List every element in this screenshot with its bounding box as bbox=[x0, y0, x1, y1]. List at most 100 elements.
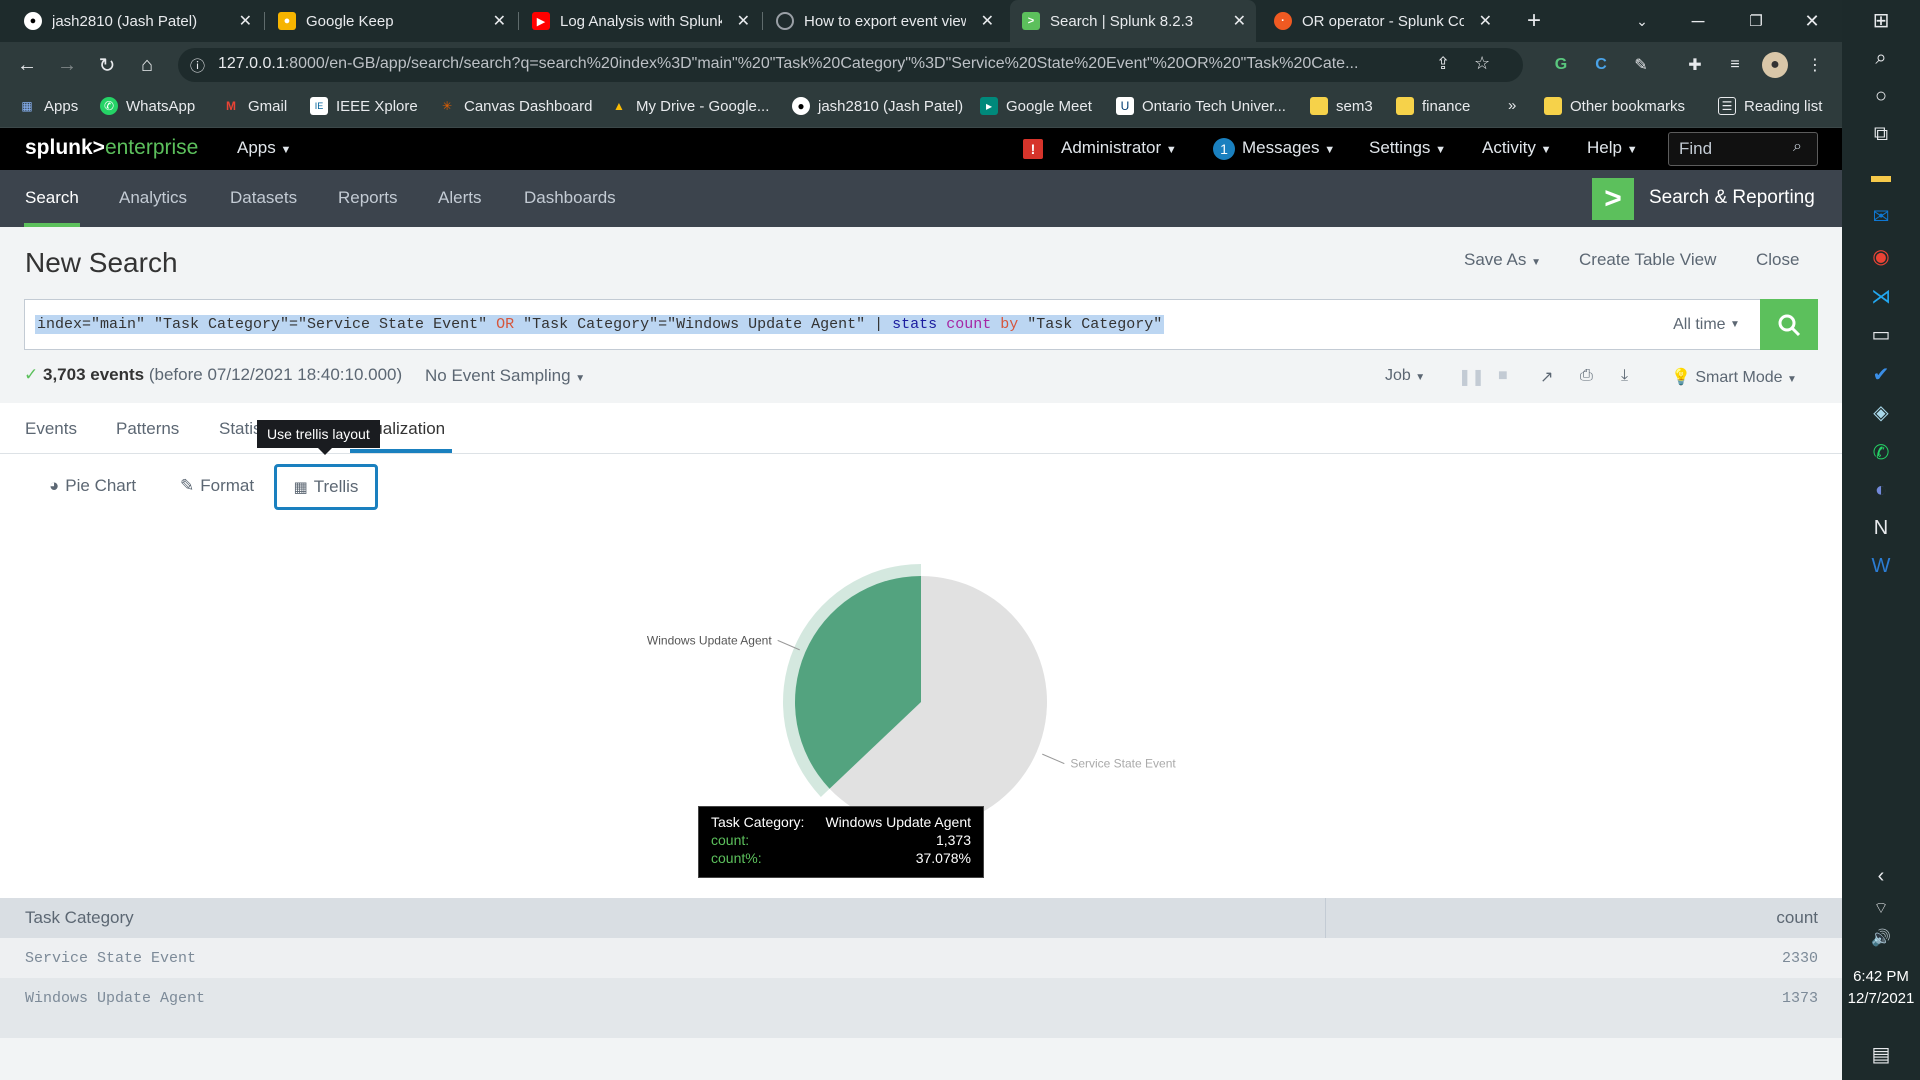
administrator-menu[interactable]: Administrator ▼ bbox=[1061, 138, 1177, 158]
extension-pen-icon[interactable]: ✎ bbox=[1628, 52, 1654, 78]
event-sampling-menu[interactable]: No Event Sampling ▼ bbox=[425, 366, 585, 386]
bookmark-github[interactable]: ● jash2810 (Jash Patel) bbox=[792, 97, 963, 115]
bookmark-apps[interactable]: ▦ Apps bbox=[18, 97, 78, 115]
search-icon[interactable]: ⌕ bbox=[1842, 38, 1920, 78]
task-view-icon[interactable]: ⧉ bbox=[1842, 114, 1920, 154]
search-button[interactable] bbox=[1760, 299, 1818, 350]
forward-button[interactable]: → bbox=[52, 50, 82, 80]
smart-mode-menu[interactable]: 💡 Smart Mode ▼ bbox=[1671, 367, 1797, 387]
vscode-icon[interactable]: ⋊ bbox=[1842, 276, 1920, 316]
settings-menu[interactable]: Settings ▼ bbox=[1369, 138, 1446, 158]
tab-events[interactable]: Events bbox=[25, 419, 77, 439]
close-link[interactable]: Close bbox=[1756, 250, 1799, 270]
mail-icon[interactable]: ✉ bbox=[1842, 196, 1920, 236]
bookmark-gmail[interactable]: M Gmail bbox=[222, 97, 287, 115]
word-icon[interactable]: W bbox=[1842, 546, 1920, 586]
puzzle-icon[interactable]: ✚ bbox=[1682, 52, 1708, 78]
messages-count-badge[interactable]: 1 bbox=[1213, 138, 1235, 160]
alert-icon[interactable]: ! bbox=[1023, 139, 1043, 159]
nav-alerts[interactable]: Alerts bbox=[438, 188, 481, 208]
close-icon[interactable]: ✕ bbox=[737, 11, 750, 31]
bookmark-sem3[interactable]: sem3 bbox=[1310, 97, 1373, 115]
apps-menu[interactable]: Apps ▼ bbox=[237, 138, 291, 158]
whatsapp-icon[interactable]: ✆ bbox=[1842, 432, 1920, 472]
splunk-logo[interactable]: splunk>enterprise bbox=[25, 136, 198, 160]
volume-icon[interactable]: 🔊 bbox=[1842, 918, 1920, 958]
close-icon[interactable]: ✕ bbox=[981, 11, 994, 31]
print-icon[interactable]: ⎙ bbox=[1580, 367, 1593, 385]
nav-datasets[interactable]: Datasets bbox=[230, 188, 297, 208]
bookmark-drive[interactable]: ▲ My Drive - Google... bbox=[610, 97, 769, 115]
job-menu[interactable]: Job ▼ bbox=[1385, 367, 1425, 385]
window-close-button[interactable]: ✕ bbox=[1784, 0, 1840, 42]
discord-icon[interactable]: ◐ bbox=[1842, 470, 1920, 510]
app-icon[interactable]: ◈ bbox=[1842, 392, 1920, 432]
create-table-view-link[interactable]: Create Table View bbox=[1579, 250, 1716, 270]
back-button[interactable]: ← bbox=[12, 50, 42, 80]
share-icon[interactable]: ⇪ bbox=[1436, 54, 1450, 74]
nav-dashboards[interactable]: Dashboards bbox=[524, 188, 616, 208]
chrome-icon[interactable]: ◉ bbox=[1842, 236, 1920, 276]
taskbar-date[interactable]: 12/7/2021 bbox=[1842, 988, 1920, 1010]
close-icon[interactable]: ✕ bbox=[1233, 11, 1246, 31]
menu-dots-icon[interactable]: ⋮ bbox=[1802, 52, 1828, 78]
bookmark-whatsapp[interactable]: ✆ WhatsApp bbox=[100, 97, 195, 115]
star-icon[interactable]: ☆ bbox=[1474, 53, 1490, 74]
new-tab-button[interactable]: + bbox=[1506, 0, 1562, 42]
todo-icon[interactable]: ✔ bbox=[1842, 354, 1920, 394]
address-bar[interactable]: ⓘ 127.0.0.1:8000/en-GB/app/search/search… bbox=[178, 48, 1523, 82]
tab-patterns[interactable]: Patterns bbox=[116, 419, 179, 439]
close-icon[interactable]: ✕ bbox=[493, 11, 506, 31]
search-query-input[interactable]: index="main" "Task Category"="Service St… bbox=[24, 299, 1654, 350]
reload-button[interactable]: ↻ bbox=[92, 50, 122, 80]
notifications-icon[interactable]: ▤ bbox=[1842, 1034, 1920, 1074]
grammarly-icon[interactable]: G bbox=[1548, 52, 1574, 78]
share-icon[interactable]: ↗ bbox=[1540, 367, 1553, 387]
nav-analytics[interactable]: Analytics bbox=[119, 188, 187, 208]
file-explorer-icon[interactable]: ▬ bbox=[1842, 156, 1920, 196]
bookmark-meet[interactable]: ▸ Google Meet bbox=[980, 97, 1092, 115]
messages-menu[interactable]: Messages ▼ bbox=[1242, 138, 1335, 158]
notion-icon[interactable]: N bbox=[1842, 508, 1920, 548]
cortana-icon[interactable]: ○ bbox=[1842, 76, 1920, 116]
home-button[interactable]: ⌂ bbox=[132, 50, 162, 80]
find-input[interactable]: Find ⌕ bbox=[1668, 132, 1818, 166]
browser-tab[interactable]: ▶ Log Analysis with Splunk ✕ bbox=[520, 0, 760, 42]
export-icon[interactable]: ⤓ bbox=[1621, 367, 1628, 385]
cell-task-category[interactable]: Service State Event bbox=[25, 950, 196, 967]
bookmark-other[interactable]: Other bookmarks bbox=[1544, 97, 1685, 115]
pause-icon[interactable]: ❚❚ bbox=[1458, 367, 1485, 387]
browser-tab[interactable]: How to export event view ✕ bbox=[764, 0, 1004, 42]
browser-tab[interactable]: ● jash2810 (Jash Patel) ✕ bbox=[12, 0, 262, 42]
close-icon[interactable]: ✕ bbox=[239, 11, 252, 31]
bookmark-ieee[interactable]: IE IEEE Xplore bbox=[310, 97, 418, 115]
browser-tab-active[interactable]: > Search | Splunk 8.2.3 ✕ bbox=[1010, 0, 1256, 42]
reading-list[interactable]: ☰ Reading list bbox=[1718, 97, 1822, 115]
browser-tab[interactable]: ● Google Keep ✕ bbox=[266, 0, 516, 42]
chevron-down-icon[interactable]: ⌄ bbox=[1614, 0, 1670, 42]
bookmark-ontario-tech[interactable]: U Ontario Tech Univer... bbox=[1116, 97, 1286, 115]
column-header-task-category[interactable]: Task Category bbox=[25, 908, 134, 928]
avatar[interactable]: ● bbox=[1762, 52, 1788, 78]
stop-icon[interactable]: ■ bbox=[1498, 367, 1508, 385]
media-icon[interactable]: ≡ bbox=[1722, 52, 1748, 78]
minimize-button[interactable]: ─ bbox=[1670, 0, 1726, 42]
restore-button[interactable]: ❐ bbox=[1728, 0, 1784, 42]
bookmark-finance[interactable]: finance bbox=[1396, 97, 1470, 115]
windows-start-icon[interactable]: ⊞ bbox=[1842, 0, 1920, 40]
nav-search[interactable]: Search bbox=[25, 188, 79, 208]
activity-menu[interactable]: Activity ▼ bbox=[1482, 138, 1551, 158]
cell-task-category[interactable]: Windows Update Agent bbox=[25, 990, 205, 1007]
browser-tab[interactable]: · OR operator - Splunk Cor ✕ bbox=[1262, 0, 1502, 42]
time-range-picker[interactable]: All time ▼ bbox=[1653, 299, 1761, 350]
help-menu[interactable]: Help ▼ bbox=[1587, 138, 1638, 158]
terminal-icon[interactable]: ▭ bbox=[1842, 314, 1920, 354]
column-header-count[interactable]: count bbox=[1776, 908, 1818, 928]
bookmarks-more[interactable]: » bbox=[1508, 97, 1516, 114]
extension-c-icon[interactable]: C bbox=[1588, 52, 1614, 78]
close-icon[interactable]: ✕ bbox=[1479, 11, 1492, 31]
info-icon[interactable]: ⓘ bbox=[190, 55, 205, 76]
save-as-menu[interactable]: Save As ▼ bbox=[1464, 250, 1541, 270]
nav-reports[interactable]: Reports bbox=[338, 188, 398, 208]
taskbar-time[interactable]: 6:42 PM bbox=[1842, 966, 1920, 988]
